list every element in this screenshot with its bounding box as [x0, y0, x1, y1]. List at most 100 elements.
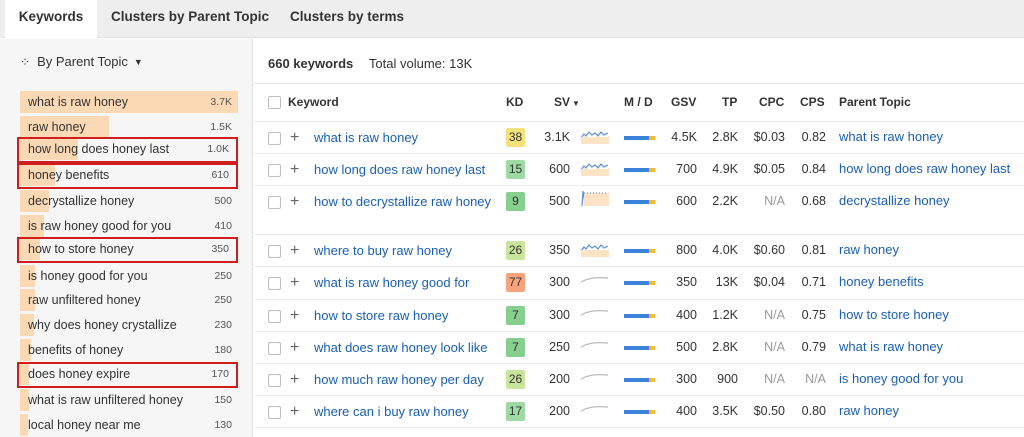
keyword-link[interactable]: where to buy raw honey [314, 242, 504, 260]
group-by-label: By Parent Topic [37, 54, 128, 69]
row-checkbox[interactable] [268, 374, 281, 387]
cluster-volume: 180 [214, 344, 232, 356]
col-tp[interactable]: TP [722, 95, 737, 109]
keyword-link[interactable]: what is raw honey [314, 129, 504, 147]
cluster-volume-bar [20, 414, 28, 436]
trend-sparkline[interactable] [580, 238, 610, 258]
row-checkbox[interactable] [268, 164, 281, 177]
parent-topic-link[interactable]: raw honey [839, 403, 899, 418]
add-to-list-icon[interactable]: + [290, 372, 299, 388]
parent-topic-link[interactable]: what is raw honey [839, 339, 943, 354]
global-volume: 4.5K [671, 130, 697, 144]
parent-topic-link[interactable]: honey benefits [839, 274, 924, 289]
keyword-link[interactable]: what is raw honey good for [314, 274, 504, 292]
cps-value: 0.71 [801, 275, 826, 289]
add-to-list-icon[interactable]: + [290, 162, 299, 178]
row-checkbox[interactable] [268, 310, 281, 323]
trend-sparkline[interactable] [580, 125, 610, 145]
cluster-item[interactable]: what is raw unfiltered honey 150 [20, 389, 238, 411]
row-checkbox[interactable] [268, 132, 281, 145]
cluster-item[interactable]: how to store honey 350 [17, 237, 238, 263]
parent-topic-link[interactable]: decrystallize honey [839, 193, 950, 208]
add-to-list-icon[interactable]: + [290, 130, 299, 146]
add-to-list-icon[interactable]: + [290, 340, 299, 356]
cluster-item[interactable]: honey benefits 610 [17, 163, 238, 189]
col-cpc[interactable]: CPC [759, 95, 784, 109]
trend-sparkline[interactable] [580, 157, 610, 177]
table-row[interactable]: + where to buy raw honey 26 350 800 4.0K $0.60… [254, 235, 1024, 267]
col-sv[interactable]: SV ▼ [554, 95, 580, 109]
row-checkbox[interactable] [268, 277, 281, 290]
col-gsv[interactable]: GSV [671, 95, 696, 109]
parent-topic-link[interactable]: how to store honey [839, 307, 949, 322]
group-by-dropdown[interactable]: ⁘ By Parent Topic ▼ [20, 54, 143, 69]
keyword-link[interactable]: how to decrystallize raw honey [314, 193, 504, 211]
cluster-volume: 3.7K [210, 96, 232, 108]
kd-badge: 15 [506, 160, 525, 179]
cluster-item[interactable]: benefits of honey 180 [20, 339, 238, 361]
row-checkbox[interactable] [268, 245, 281, 258]
add-to-list-icon[interactable]: + [290, 308, 299, 324]
cluster-item[interactable]: how long does honey last 1.0K [17, 137, 238, 163]
parent-topic-link[interactable]: how long does raw honey last [839, 161, 1010, 176]
table-row[interactable]: + what is raw honey good for 77 300 350 13K $0… [254, 267, 1024, 300]
col-kd[interactable]: KD [506, 95, 523, 109]
cpc-value: $0.50 [753, 404, 785, 418]
cluster-item[interactable]: is honey good for you 250 [20, 265, 238, 287]
kd-badge: 77 [506, 273, 525, 292]
tab-keywords[interactable]: Keywords [5, 0, 97, 39]
trend-sparkline[interactable] [580, 303, 610, 323]
cluster-item[interactable]: what is raw honey 3.7K [20, 91, 238, 113]
trend-sparkline[interactable] [580, 270, 610, 290]
add-to-list-icon[interactable]: + [290, 404, 299, 420]
col-md[interactable]: M / D [624, 95, 653, 109]
cluster-item[interactable]: decrystallize honey 500 [20, 190, 238, 212]
md-bar [624, 136, 655, 140]
md-bar-desktop [649, 410, 655, 414]
keyword-link[interactable]: what does raw honey look like [314, 339, 504, 357]
parent-topic-link[interactable]: is honey good for you [839, 371, 963, 386]
cluster-name: raw unfiltered honey [28, 293, 141, 307]
col-cps[interactable]: CPS [800, 95, 825, 109]
trend-sparkline[interactable] [580, 189, 610, 209]
table-row[interactable]: + how long does raw honey last 15 600 700 4.9… [254, 154, 1024, 186]
search-volume: 200 [549, 372, 570, 386]
parent-topic-link[interactable]: raw honey [839, 242, 899, 257]
cluster-item[interactable]: why does honey crystallize 230 [20, 314, 238, 336]
row-checkbox[interactable] [268, 342, 281, 355]
table-row[interactable]: + what is raw honey 38 3.1K 4.5K 2.8K $0.03 0.8… [254, 122, 1024, 154]
add-to-list-icon[interactable]: + [290, 243, 299, 259]
col-parent-topic[interactable]: Parent Topic [839, 95, 911, 109]
cluster-item[interactable]: does honey expire 170 [17, 362, 238, 388]
cluster-item[interactable]: raw honey 1.5K [20, 116, 238, 138]
table-row[interactable]: + how much raw honey per day 26 200 300 900 N/… [254, 364, 1024, 396]
trend-sparkline[interactable] [580, 335, 610, 355]
keyword-link[interactable]: how long does raw honey last [314, 161, 504, 179]
cluster-item[interactable]: raw unfiltered honey 250 [20, 289, 238, 311]
cluster-item[interactable]: local honey near me 130 [20, 414, 238, 436]
col-keyword[interactable]: Keyword [288, 95, 339, 109]
cpc-value: N/A [764, 308, 785, 322]
trend-sparkline[interactable] [580, 399, 610, 419]
table-row[interactable]: + how to store raw honey 7 300 400 1.2K N/A 0.7… [254, 300, 1024, 332]
keyword-link[interactable]: how much raw honey per day [314, 371, 504, 389]
parent-topic-link[interactable]: what is raw honey [839, 129, 943, 144]
md-bar-desktop [649, 314, 655, 318]
row-checkbox[interactable] [268, 406, 281, 419]
select-all-checkbox[interactable] [268, 96, 281, 109]
cluster-name: why does honey crystallize [28, 318, 177, 332]
add-to-list-icon[interactable]: + [290, 275, 299, 291]
tab-clusters-by-terms[interactable]: Clusters by terms [290, 0, 404, 38]
row-checkbox[interactable] [268, 196, 281, 209]
table-row[interactable]: + where can i buy raw honey 17 200 400 3.5K $0… [254, 396, 1024, 428]
md-bar-desktop [649, 378, 655, 382]
cluster-name: benefits of honey [28, 343, 124, 357]
trend-sparkline[interactable] [580, 367, 610, 387]
tab-clusters-by-parent-topic[interactable]: Clusters by Parent Topic [111, 0, 269, 38]
keyword-link[interactable]: how to store raw honey [314, 307, 504, 325]
keyword-link[interactable]: where can i buy raw honey [314, 403, 504, 421]
table-row[interactable]: + what does raw honey look like 7 250 500 2.8… [254, 332, 1024, 364]
add-to-list-icon[interactable]: + [290, 194, 299, 210]
table-row[interactable]: + how to decrystallize raw honey 9 500 600 2.… [254, 186, 1024, 235]
cluster-item[interactable]: is raw honey good for you 410 [20, 215, 238, 237]
